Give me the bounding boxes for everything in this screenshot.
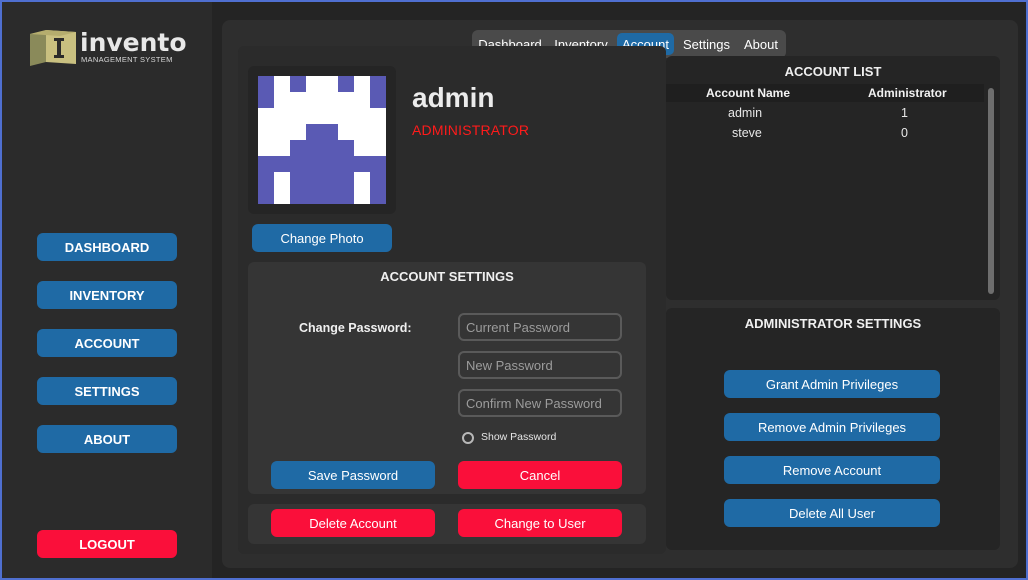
cell-account-name: steve [732, 126, 762, 140]
avatar-frame [248, 66, 396, 214]
new-password-field[interactable] [458, 351, 622, 379]
grant-admin-button[interactable]: Grant Admin Privileges [724, 370, 940, 398]
scrollbar-thumb[interactable] [988, 88, 994, 294]
admin-settings-title: ADMINISTRATOR SETTINGS [744, 316, 922, 331]
cell-administrator: 1 [901, 106, 908, 120]
logo-wordmark: invento [80, 28, 187, 57]
app-window: invento MANAGEMENT SYSTEM DASHBOARD INVE… [2, 2, 1026, 578]
account-settings-title: ACCOUNT SETTINGS [380, 269, 514, 284]
cell-account-name: admin [728, 106, 763, 120]
account-actions-bar: Delete Account Change to User [248, 504, 646, 544]
admin-settings-panel: ADMINISTRATOR SETTINGS Grant Admin Privi… [666, 308, 1000, 550]
tab-settings[interactable]: Settings [678, 33, 735, 55]
sidebar-item-dashboard[interactable]: DASHBOARD [37, 233, 177, 261]
sidebar-item-settings[interactable]: SETTINGS [37, 377, 177, 405]
show-password-label: Show Password [481, 431, 557, 443]
cancel-button[interactable]: Cancel [458, 461, 622, 489]
change-photo-button[interactable]: Change Photo [252, 224, 392, 252]
show-password-radio[interactable] [462, 432, 474, 444]
sidebar: invento MANAGEMENT SYSTEM DASHBOARD INVE… [2, 2, 212, 578]
logout-button[interactable]: LOGOUT [37, 530, 177, 558]
account-list-scrollbar[interactable] [986, 86, 996, 296]
account-list-title: ACCOUNT LIST [784, 64, 882, 79]
sidebar-item-about[interactable]: ABOUT [37, 425, 177, 453]
sidebar-item-inventory[interactable]: INVENTORY [37, 281, 177, 309]
current-password-field[interactable] [458, 313, 622, 341]
account-settings-panel: ACCOUNT SETTINGS Change Password: Show P… [248, 262, 646, 494]
column-header-administrator: Administrator [868, 86, 947, 100]
cell-administrator: 0 [901, 126, 908, 140]
change-password-label: Change Password: [299, 321, 412, 335]
app-logo: invento MANAGEMENT SYSTEM [28, 28, 198, 68]
confirm-password-field[interactable] [458, 389, 622, 417]
column-header-account-name: Account Name [706, 86, 791, 100]
avatar [258, 76, 386, 204]
delete-all-users-button[interactable]: Delete All User [724, 499, 940, 527]
remove-admin-button[interactable]: Remove Admin Privileges [724, 413, 940, 441]
sidebar-item-account[interactable]: ACCOUNT [37, 329, 177, 357]
logo-subtitle: MANAGEMENT SYSTEM [81, 55, 173, 64]
profile-role: ADMINISTRATOR [412, 122, 530, 138]
account-list-panel: ACCOUNT LIST Account Name Administrator … [666, 56, 1000, 300]
change-to-user-button[interactable]: Change to User [458, 509, 622, 537]
save-password-button[interactable]: Save Password [271, 461, 435, 489]
account-list-header: Account Name Administrator [666, 84, 984, 102]
box-logo-icon [30, 30, 76, 66]
delete-account-button[interactable]: Delete Account [271, 509, 435, 537]
tab-about[interactable]: About [739, 33, 783, 55]
remove-account-button[interactable]: Remove Account [724, 456, 940, 484]
profile-username: admin [412, 82, 495, 113]
